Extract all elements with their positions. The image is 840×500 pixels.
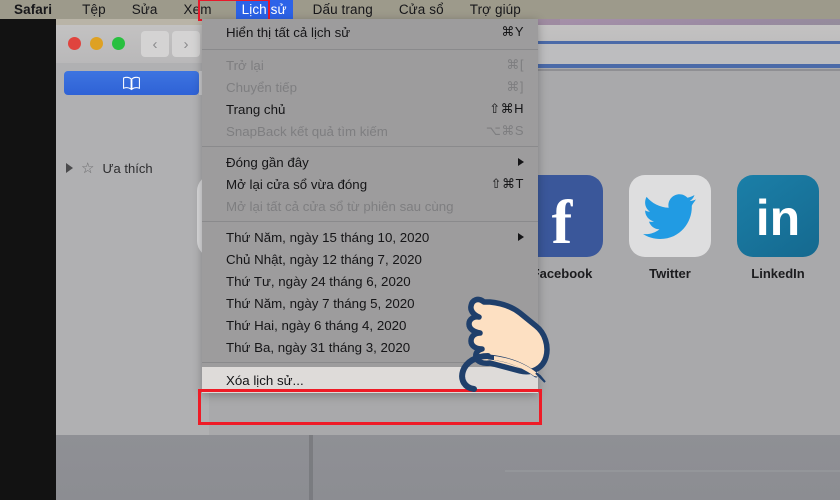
menu-item-label: Hiển thị tất cả lịch sử <box>226 24 351 40</box>
menu-item[interactable]: Thứ Năm, ngày 15 tháng 10, 2020 <box>202 226 538 248</box>
desktop-soft-line <box>505 470 840 472</box>
menu-item-label: Đóng gần đây <box>226 154 309 170</box>
menu-separator <box>202 146 538 147</box>
menu-item[interactable]: Đóng gần đây <box>202 151 538 173</box>
menu-item: Mở lại tất cả cửa sổ từ phiên sau cùng <box>202 195 538 217</box>
linkedin-in-text: in <box>755 189 801 246</box>
menu-item-label: Trở lại <box>226 57 264 73</box>
sidebar: ☆ Ưa thích <box>56 63 211 435</box>
pointing-hand-cursor <box>448 276 568 394</box>
menubar-item-tệp[interactable]: Tệp <box>82 2 106 17</box>
linkedin-in-icon: in <box>737 175 819 257</box>
menu-separator <box>202 49 538 50</box>
menu-item[interactable]: Hiển thị tất cả lịch sử ⌘Y <box>202 19 538 45</box>
menu-item-label: Mở lại cửa sổ vừa đóng <box>226 176 368 192</box>
menu-item: Chuyển tiếp ⌘] <box>202 76 538 98</box>
traffic-light-group <box>68 37 125 50</box>
menu-item-label: Trang chủ <box>226 101 286 117</box>
menu-item-label: Mở lại tất cả cửa sổ từ phiên sau cùng <box>226 198 454 214</box>
menu-item-shortcut: ⌘] <box>506 79 524 94</box>
clear-history-highlight-ring <box>198 389 542 425</box>
menu-item-shortcut: ⌘[ <box>506 57 524 72</box>
menu-item: Trở lại ⌘[ <box>202 54 538 76</box>
menu-separator <box>202 221 538 222</box>
chevron-right-icon: › <box>183 35 189 53</box>
favorite-tile-label: Twitter <box>649 266 691 281</box>
favorite-tile-twitter[interactable]: Twitter <box>629 175 711 281</box>
submenu-arrow-icon <box>518 233 524 241</box>
macos-menu-bar: Safari Tệp Sửa Xem Lịch sử Dấu trang Cửa sổ Trợ… <box>0 0 840 20</box>
menubar-item-cửa-sổ[interactable]: Cửa sổ <box>399 2 444 17</box>
twitter-bird-icon <box>629 175 711 257</box>
menubar-item-safari[interactable]: Safari <box>14 2 52 17</box>
sidebar-item-favorites[interactable]: ☆ Ưa thích <box>66 159 153 177</box>
desktop-bottom-area <box>56 432 840 500</box>
sidebar-item-label: Ưa thích <box>102 160 153 176</box>
desktop-vertical-divider <box>309 424 313 500</box>
star-icon: ☆ <box>81 160 95 177</box>
menu-item-shortcut: ⌘Y <box>501 24 524 39</box>
sidebar-tab-bookmarks[interactable] <box>64 71 199 95</box>
forward-button[interactable]: › <box>172 31 200 57</box>
favorite-tile-label: LinkedIn <box>751 266 805 281</box>
disclosure-triangle-icon[interactable] <box>66 163 73 173</box>
menubar-item-sửa[interactable]: Sửa <box>132 2 158 17</box>
desktop-left-dark-panel <box>0 18 56 500</box>
zoom-window-button[interactable] <box>112 37 125 50</box>
history-menu-highlight-ring <box>198 0 270 21</box>
menu-item-label: SnapBack kết quả tìm kiếm <box>226 123 388 139</box>
menu-item-label: Chuyển tiếp <box>226 79 297 95</box>
menu-item[interactable]: Trang chủ ⇧⌘H <box>202 98 538 120</box>
menu-item-shortcut: ⇧⌘T <box>490 176 524 191</box>
book-icon <box>123 76 140 90</box>
menu-item-label: Chủ Nhật, ngày 12 tháng 7, 2020 <box>226 251 422 267</box>
menubar-item-trợ-giúp[interactable]: Trợ giúp <box>470 2 521 17</box>
menu-item-label: Thứ Năm, ngày 15 tháng 10, 2020 <box>226 229 430 245</box>
favorite-tile-linkedin[interactable]: in LinkedIn <box>737 175 819 281</box>
facebook-f-text: f <box>551 188 573 257</box>
chevron-left-icon: ‹ <box>152 35 158 53</box>
menu-item[interactable]: Chủ Nhật, ngày 12 tháng 7, 2020 <box>202 248 538 270</box>
submenu-arrow-icon <box>518 158 524 166</box>
back-button[interactable]: ‹ <box>141 31 169 57</box>
menubar-item-dấu-trang[interactable]: Dấu trang <box>313 2 373 17</box>
navigation-buttons: ‹ › <box>141 31 200 57</box>
screenshot-root: ‹ › ☆ Ưa thích ếm hoặc nh <box>0 0 840 500</box>
menu-item-shortcut: ⇧⌘H <box>489 101 524 116</box>
close-window-button[interactable] <box>68 37 81 50</box>
menu-item-shortcut: ⌥⌘S <box>485 123 524 138</box>
minimize-window-button[interactable] <box>90 37 103 50</box>
menu-item[interactable]: Mở lại cửa sổ vừa đóng ⇧⌘T <box>202 173 538 195</box>
menu-item: SnapBack kết quả tìm kiếm ⌥⌘S <box>202 120 538 142</box>
